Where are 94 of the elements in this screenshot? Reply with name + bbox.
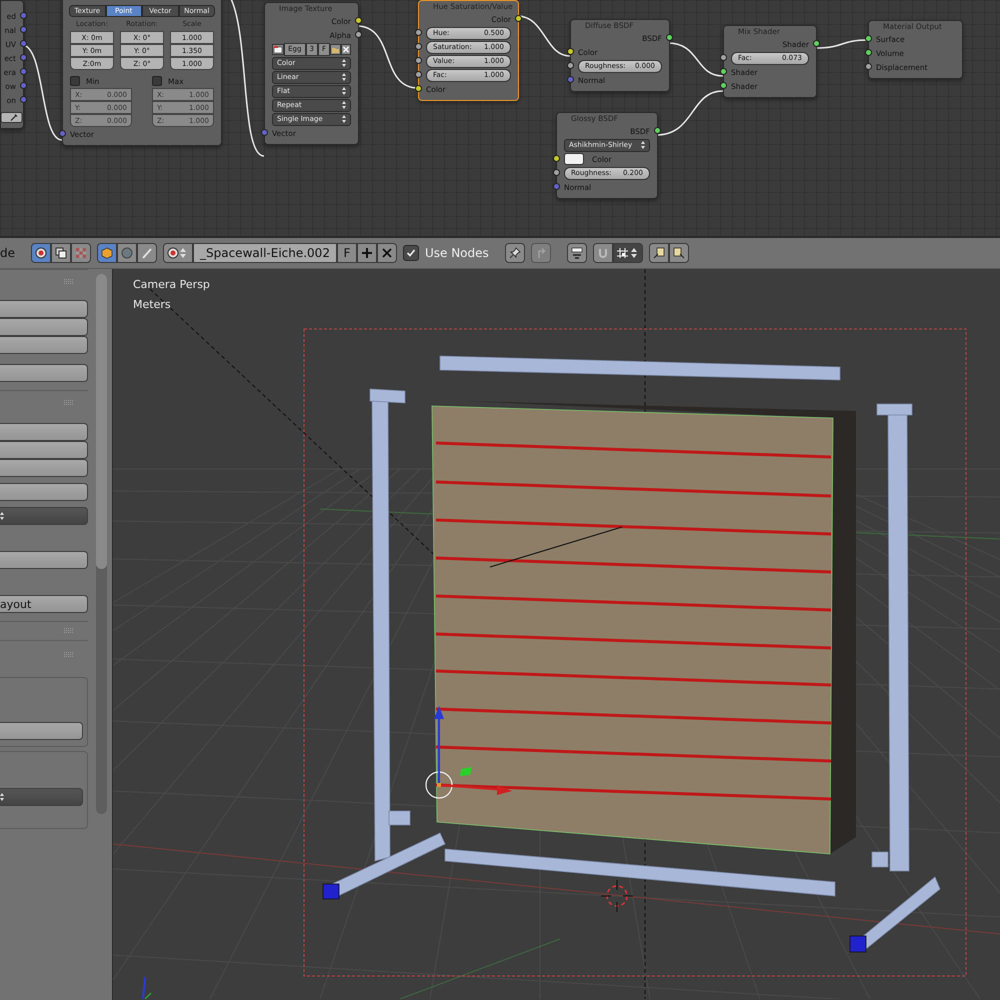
transform-gizmo-icon[interactable] <box>425 706 512 799</box>
node-socket[interactable] <box>567 76 574 83</box>
node-socket[interactable] <box>20 96 27 103</box>
updown-arrows-icon <box>342 87 346 95</box>
units-label: Meters <box>133 298 171 311</box>
image-icon[interactable] <box>272 44 284 54</box>
3d-cursor-icon[interactable] <box>600 880 634 912</box>
material-browse-button[interactable] <box>163 243 193 263</box>
pin-icon[interactable] <box>504 243 525 263</box>
panel-button[interactable] <box>0 722 83 740</box>
magnet-icon[interactable] <box>592 243 613 263</box>
node-tree-icon[interactable] <box>566 243 587 263</box>
node-socket[interactable] <box>415 71 422 78</box>
node-socket[interactable] <box>553 183 560 190</box>
folder-icon[interactable] <box>330 44 341 54</box>
panel-button[interactable]: ayout <box>0 595 88 613</box>
layers-button[interactable] <box>51 243 71 263</box>
node-socket[interactable] <box>865 49 872 56</box>
node-socket[interactable] <box>720 54 727 61</box>
node-socket[interactable] <box>865 35 872 42</box>
fake-user-button[interactable]: F <box>336 243 357 263</box>
globe-icon <box>121 247 133 259</box>
checker-icon <box>76 248 86 258</box>
panel-button[interactable] <box>0 441 88 459</box>
cube-icon <box>101 247 113 259</box>
eyedropper-button[interactable] <box>1 112 23 122</box>
brush-button[interactable] <box>137 243 157 263</box>
node-socket[interactable] <box>20 40 27 47</box>
updown-arrows-icon <box>342 101 346 109</box>
checkbox[interactable] <box>152 76 162 86</box>
node-socket[interactable] <box>515 15 522 22</box>
panel-button[interactable] <box>0 300 88 318</box>
material-sphere-button[interactable] <box>31 243 51 263</box>
node-link <box>668 42 724 77</box>
node-socket[interactable] <box>567 62 574 69</box>
paste-icon[interactable] <box>668 243 689 263</box>
close-icon[interactable] <box>341 44 351 54</box>
node-socket[interactable] <box>20 68 27 75</box>
node-socket[interactable] <box>567 48 574 55</box>
cube-button[interactable] <box>97 243 117 263</box>
node-socket[interactable] <box>415 85 422 92</box>
panel-button[interactable] <box>0 551 88 569</box>
panel-button[interactable] <box>0 364 88 382</box>
panel-button[interactable] <box>0 318 88 336</box>
updown-arrows-icon <box>0 793 4 801</box>
node-socket[interactable] <box>553 169 560 176</box>
checker-button[interactable] <box>71 243 91 263</box>
node-socket[interactable] <box>261 129 268 136</box>
node-socket[interactable] <box>355 17 362 24</box>
brush-icon <box>141 247 153 259</box>
node-socket[interactable] <box>654 127 661 134</box>
use-nodes-checkbox[interactable] <box>402 245 419 261</box>
updown-arrows-icon <box>342 59 346 67</box>
updown-arrows-icon <box>342 73 346 81</box>
node-socket[interactable] <box>355 31 362 38</box>
panel-button[interactable] <box>0 423 88 441</box>
panel-button[interactable] <box>0 336 88 354</box>
checkbox[interactable] <box>70 76 80 86</box>
updown-arrows-icon <box>641 141 645 149</box>
node-socket[interactable] <box>666 34 673 41</box>
mode-label: de <box>0 246 15 260</box>
layers-icon <box>55 247 67 259</box>
node-socket[interactable] <box>415 29 422 36</box>
sphere-icon <box>167 247 189 259</box>
checkbox-label: Use Nodes <box>424 246 489 260</box>
close-icon[interactable] <box>376 243 397 263</box>
node-socket[interactable] <box>813 40 820 47</box>
sphere-icon <box>35 247 47 259</box>
node-link <box>814 39 868 49</box>
node-socket[interactable] <box>59 130 66 137</box>
panel-button[interactable] <box>0 459 88 477</box>
axis-indicator-icon <box>142 976 152 999</box>
node-socket[interactable] <box>20 26 27 33</box>
node-socket[interactable] <box>720 68 727 75</box>
panel-button[interactable] <box>0 483 88 501</box>
node-socket[interactable] <box>553 155 560 162</box>
scrollbar[interactable] <box>96 274 107 814</box>
updown-arrows-icon <box>0 512 4 520</box>
3d-viewport[interactable]: Camera Persp Meters <box>113 269 1000 1000</box>
node-socket[interactable] <box>720 82 727 89</box>
node-socket[interactable] <box>20 12 27 19</box>
color-swatch[interactable] <box>564 153 584 165</box>
material-name-field[interactable]: _Spacewall-Eiche.002 <box>193 243 337 263</box>
check-icon <box>406 248 416 258</box>
node-socket[interactable] <box>20 54 27 61</box>
add-icon[interactable] <box>356 243 377 263</box>
node-socket[interactable] <box>415 57 422 64</box>
grid-snap-icon[interactable] <box>612 243 643 263</box>
node-socket[interactable] <box>865 63 872 70</box>
updown-arrows-icon <box>342 115 346 123</box>
node-socket[interactable] <box>20 82 27 89</box>
node-socket[interactable] <box>415 43 422 50</box>
copy-icon[interactable] <box>648 243 669 263</box>
view-label: Camera Persp <box>133 278 210 291</box>
